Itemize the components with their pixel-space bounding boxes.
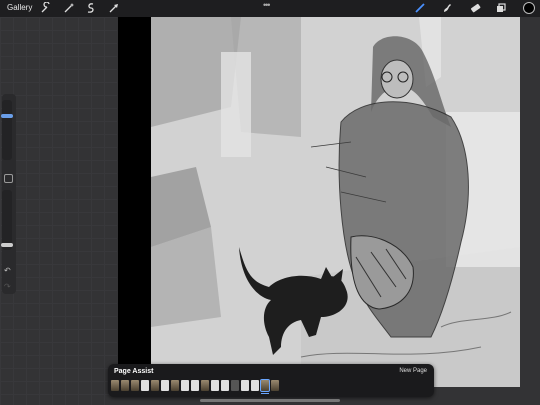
brush-size-slider[interactable] bbox=[1, 100, 13, 160]
new-page-button[interactable]: New Page bbox=[399, 368, 427, 374]
redo-icon[interactable]: ↷ bbox=[4, 282, 11, 291]
opacity-slider[interactable] bbox=[1, 190, 13, 250]
page-thumbnail[interactable] bbox=[111, 380, 119, 391]
page-thumbnail[interactable] bbox=[181, 380, 189, 391]
wrench-icon[interactable] bbox=[40, 2, 52, 14]
more-options-icon[interactable]: ••• bbox=[263, 0, 271, 10]
eraser-icon[interactable] bbox=[469, 2, 481, 14]
sketch-artwork bbox=[151, 17, 520, 387]
page-thumbnail[interactable] bbox=[251, 380, 259, 391]
page-thumbnail[interactable] bbox=[161, 380, 169, 391]
color-icon[interactable] bbox=[523, 2, 535, 14]
top-toolbar: Gallery ••• bbox=[0, 0, 540, 17]
page-thumbnail[interactable] bbox=[151, 380, 159, 391]
sidebar: ↶ ↷ bbox=[1, 94, 16, 294]
magic-wand-icon[interactable] bbox=[63, 2, 75, 14]
page-thumbnail[interactable] bbox=[241, 380, 249, 391]
page-thumbnail[interactable] bbox=[141, 380, 149, 391]
page-assist-panel: Page Assist New Page bbox=[108, 364, 434, 397]
brush-icon[interactable] bbox=[414, 2, 426, 14]
selected-page-indicator bbox=[261, 393, 269, 394]
page-thumbnail[interactable] bbox=[171, 380, 179, 391]
page-thumbnail[interactable] bbox=[201, 380, 209, 391]
gallery-button[interactable]: Gallery bbox=[7, 3, 32, 12]
drawing-canvas[interactable] bbox=[151, 17, 520, 387]
workspace-grid bbox=[0, 17, 117, 405]
page-thumbnails bbox=[111, 379, 279, 394]
brush-size-handle[interactable] bbox=[1, 114, 13, 118]
page-thumbnail[interactable] bbox=[121, 380, 129, 391]
page-assist-title: Page Assist bbox=[114, 368, 154, 375]
canvas-margin bbox=[118, 17, 151, 387]
page-thumbnail[interactable] bbox=[191, 380, 199, 391]
undo-icon[interactable]: ↶ bbox=[4, 266, 11, 275]
page-thumbnail[interactable] bbox=[221, 380, 229, 391]
layers-icon[interactable] bbox=[495, 2, 507, 14]
page-thumbnail[interactable] bbox=[131, 380, 139, 391]
opacity-handle[interactable] bbox=[1, 243, 13, 248]
home-indicator bbox=[200, 399, 340, 402]
page-thumbnail[interactable] bbox=[260, 379, 270, 394]
page-thumbnail[interactable] bbox=[271, 380, 279, 391]
selection-icon[interactable] bbox=[85, 2, 97, 14]
page-thumbnail[interactable] bbox=[231, 380, 239, 391]
smudge-icon[interactable] bbox=[441, 2, 453, 14]
transform-arrow-icon[interactable] bbox=[108, 2, 120, 14]
modify-button[interactable] bbox=[4, 174, 13, 183]
page-thumbnail[interactable] bbox=[211, 380, 219, 391]
